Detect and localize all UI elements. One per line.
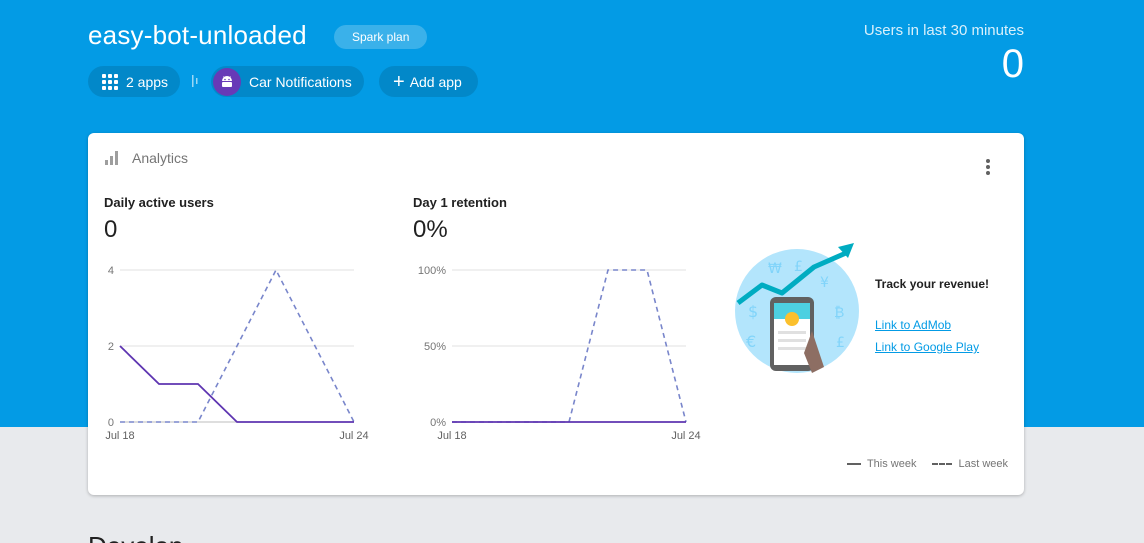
promo-title: Track your revenue! (875, 277, 990, 291)
more-vert-icon[interactable] (978, 157, 998, 177)
dau-y-tick-label: 0 (108, 417, 114, 429)
retention-y-tick-label: 0% (430, 417, 446, 429)
analytics-card-header: Analytics (104, 150, 188, 166)
dau-label: Daily active users (104, 195, 214, 210)
add-app-button[interactable]: + Add app (379, 66, 478, 97)
plus-icon: + (393, 70, 405, 93)
svg-text:₩: ₩ (768, 261, 782, 277)
legend-this-week-label: This week (866, 458, 917, 470)
dau-series-this-week-line (119, 345, 354, 423)
revenue-illustration: ₩ £ ¥ $ ₿ € £ (735, 243, 859, 373)
add-app-label: Add app (409, 73, 462, 90)
retention-y-tick-label: 50% (424, 341, 446, 353)
separator-icon (192, 75, 198, 87)
dau-x-tick-label: Jul 24 (339, 430, 368, 442)
retention-chart: 0% 50% 100% Jul 18 Jul 24 (418, 265, 701, 442)
retention-x-tick-label: Jul 18 (437, 430, 466, 442)
legend-dashed-swatch (932, 463, 953, 465)
develop-heading: Develop (88, 531, 183, 543)
svg-text:₿: ₿ (834, 305, 844, 321)
link-admob[interactable]: Link to AdMob (875, 318, 951, 332)
svg-text:$: $ (748, 302, 758, 321)
bar-chart-icon (105, 151, 118, 165)
retention-label: Day 1 retention (413, 195, 507, 210)
svg-text:€: € (746, 332, 756, 351)
legend-this-week: This week (846, 458, 917, 470)
dau-y-tick-label: 2 (108, 341, 114, 353)
dau-x-tick-label: Jul 18 (105, 430, 134, 442)
svg-text:£: £ (836, 335, 845, 351)
analytics-title: Analytics (132, 150, 189, 166)
apps-grid-icon (102, 73, 118, 90)
analytics-card: Analytics Daily active users 0 0 2 4 Jul 18… (88, 133, 1024, 495)
svg-text:¥: ¥ (820, 275, 829, 291)
apps-count-label: 2 apps (126, 73, 169, 90)
android-icon (213, 67, 241, 96)
dau-chart: 0 2 4 Jul 18 Jul 24 (105, 265, 368, 442)
retention-y-tick-label: 100% (418, 265, 446, 277)
retention-value: 0% (413, 216, 448, 243)
chart-legend: This week Last week (831, 458, 1008, 470)
app-name: Car Notifications (249, 73, 352, 90)
spark-plan-chip[interactable]: Spark plan (334, 25, 428, 49)
active-users-label: Users in last 30 minutes (863, 22, 1024, 39)
app-chip-car-notifications[interactable]: Car Notifications (211, 66, 364, 97)
retention-x-tick-label: Jul 24 (671, 430, 700, 442)
legend-solid-swatch (846, 463, 861, 465)
active-users-count: 0 (1001, 42, 1024, 86)
link-google-play[interactable]: Link to Google Play (875, 340, 979, 354)
dau-y-tick-label: 4 (108, 265, 114, 277)
project-name: easy-bot-unloaded (88, 20, 307, 50)
apps-count-chip[interactable]: 2 apps (88, 66, 181, 97)
dau-value: 0 (104, 216, 118, 243)
legend-last-week-label: Last week (958, 458, 1008, 470)
legend-last-week: Last week (932, 458, 1008, 470)
svg-text:£: £ (794, 259, 803, 275)
